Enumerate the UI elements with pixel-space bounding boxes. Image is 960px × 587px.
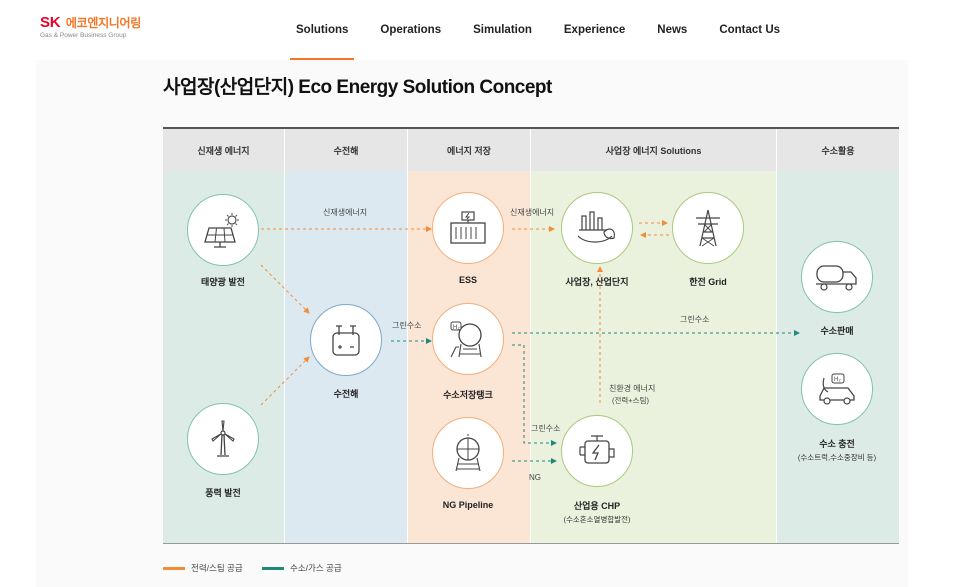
nav-contact-us[interactable]: Contact Us bbox=[703, 0, 796, 60]
nav-operations[interactable]: Operations bbox=[364, 0, 457, 60]
edge-label-green-h2-1: 그린수소 bbox=[392, 321, 422, 330]
grid-node[interactable] bbox=[672, 192, 744, 264]
solar-label: 태양광 발전 bbox=[201, 277, 245, 287]
electrolysis-node[interactable] bbox=[310, 304, 382, 376]
legend-swatch-teal bbox=[262, 566, 284, 570]
engine-icon bbox=[579, 435, 615, 464]
hydrogen-car-icon: H₂ bbox=[819, 373, 855, 405]
grid-label: 한전 Grid bbox=[689, 277, 727, 287]
h2charge-sublabel: (수소트럭,수소중장비 등) bbox=[797, 453, 877, 462]
logo-brand-kr: 에코엔지니어링 bbox=[65, 16, 142, 30]
ngpipe-label: NG Pipeline bbox=[442, 500, 494, 510]
h2charge-label: 수소 충전 bbox=[819, 439, 855, 449]
solar-panel-icon bbox=[204, 213, 239, 248]
wind-node[interactable] bbox=[187, 403, 259, 475]
logo[interactable]: SK 에코엔지니어링 Gas & Power Business Group bbox=[40, 14, 141, 39]
industrial-node[interactable] bbox=[561, 192, 633, 264]
chp-sublabel: (수소혼소열병합발전) bbox=[563, 515, 631, 524]
edge-label-renewable-1: 신재생에너지 bbox=[323, 208, 368, 217]
ngpipe-node[interactable] bbox=[432, 417, 504, 489]
power-tower-icon bbox=[696, 209, 720, 247]
legend-hydrogen-gas: 수소/가스 공급 bbox=[262, 562, 342, 574]
nav-solutions[interactable]: Solutions bbox=[280, 0, 364, 60]
legend-power-steam: 전력/스팀 공급 bbox=[163, 562, 243, 574]
page-title: 사업장(산업단지) Eco Energy Solution Concept bbox=[163, 77, 552, 98]
h2tank-node[interactable]: H₂ bbox=[432, 303, 504, 375]
logo-brand: SK bbox=[40, 14, 61, 31]
electrolyzer-icon bbox=[332, 325, 360, 356]
nav-news[interactable]: News bbox=[641, 0, 703, 60]
h2sale-label: 수소판매 bbox=[820, 326, 854, 336]
edge-label-eco-energy: 친환경 에너지 bbox=[609, 384, 656, 393]
chp-node[interactable] bbox=[561, 415, 633, 487]
nav-simulation[interactable]: Simulation bbox=[457, 0, 548, 60]
flow-arrows bbox=[260, 220, 800, 464]
logo-subtitle: Gas & Power Business Group bbox=[40, 32, 127, 39]
tanker-truck-icon bbox=[816, 265, 857, 291]
energy-concept-diagram: 신재생 에너지 수전해 에너지 저장 사업장 에너지 Solutions 수소활… bbox=[163, 127, 899, 545]
svg-text:H₂: H₂ bbox=[834, 377, 841, 383]
legend-label-hydrogen-gas: 수소/가스 공급 bbox=[290, 563, 342, 573]
edge-label-renewable-2: 신재생에너지 bbox=[510, 208, 555, 217]
h2tank-label: 수소저장탱크 bbox=[443, 390, 493, 400]
battery-storage-icon bbox=[450, 211, 486, 244]
arrow-solar-electrolysis bbox=[260, 264, 310, 314]
edge-label-eco-energy-sub: (전력+스팀) bbox=[612, 396, 649, 405]
solar-node[interactable] bbox=[187, 194, 259, 266]
electrolysis-label: 수전해 bbox=[333, 389, 359, 399]
chp-label: 산업용 CHP bbox=[573, 501, 621, 511]
site-header: SK 에코엔지니어링 Gas & Power Business Group So… bbox=[0, 0, 960, 60]
industrial-label: 사업장, 산업단지 bbox=[565, 277, 629, 287]
edge-label-green-h2-2: 그린수소 bbox=[680, 315, 710, 324]
h2sale-node[interactable] bbox=[801, 241, 873, 313]
main-nav: Solutions Operations Simulation Experien… bbox=[280, 0, 796, 60]
legend-label-power-steam: 전력/스팀 공급 bbox=[191, 563, 243, 573]
arrow-wind-electrolysis bbox=[260, 356, 310, 406]
wind-label: 풍력 발전 bbox=[205, 488, 241, 498]
gas-pipeline-icon bbox=[455, 434, 481, 472]
ess-node[interactable] bbox=[432, 192, 504, 264]
edge-label-green-h2-3: 그린수소 bbox=[531, 424, 561, 433]
nav-experience[interactable]: Experience bbox=[548, 0, 641, 60]
page: SK 에코엔지니어링 Gas & Power Business Group So… bbox=[0, 0, 960, 587]
wind-turbine-icon bbox=[211, 420, 235, 457]
svg-text:H₂: H₂ bbox=[453, 325, 460, 331]
factory-icon bbox=[577, 211, 615, 243]
legend-swatch-orange bbox=[163, 566, 185, 570]
ess-label: ESS bbox=[458, 275, 478, 285]
edge-label-ng: NG bbox=[529, 473, 541, 482]
diagram-bottom-rule bbox=[163, 543, 899, 544]
hydrogen-tank-icon: H₂ bbox=[450, 321, 482, 358]
h2charge-node[interactable]: H₂ bbox=[801, 353, 873, 425]
